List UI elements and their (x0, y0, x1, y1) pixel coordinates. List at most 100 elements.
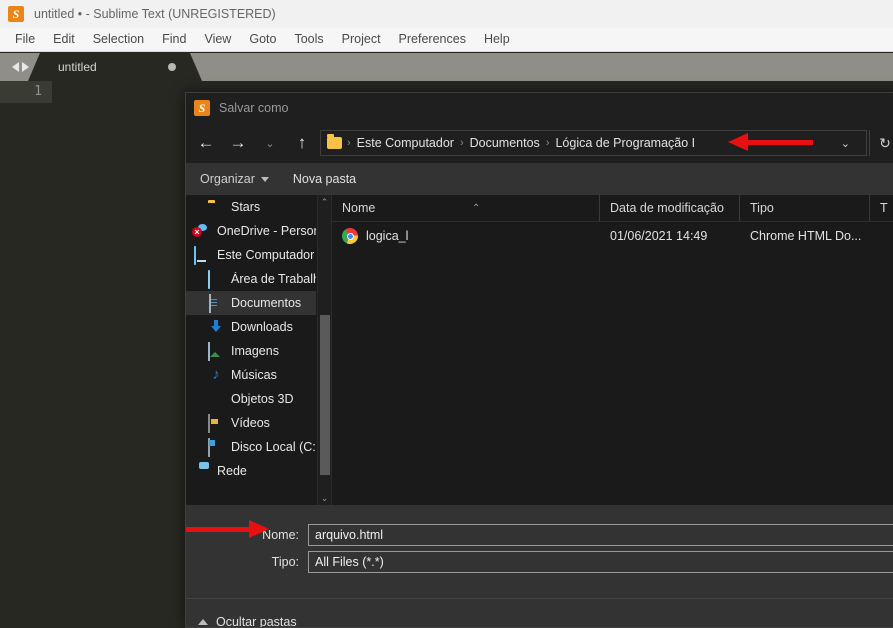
sidebar-item-este-computador[interactable]: Este Computador (186, 243, 316, 267)
menu-item-preferences[interactable]: Preferences (390, 28, 475, 51)
arrow-shaft (186, 527, 251, 532)
menu-item-project[interactable]: Project (333, 28, 390, 51)
folder-icon (327, 134, 342, 149)
objects3d-icon (208, 391, 224, 407)
sublime-titlebar: untitled • - Sublime Text (UNREGISTERED) (0, 0, 893, 28)
arrow-shaft (748, 140, 813, 145)
sidebar-item-disco-local-c[interactable]: Disco Local (C:) (186, 435, 316, 459)
type-field-label: Tipo: (271, 555, 299, 569)
sidebar-item-documentos[interactable]: Documentos (186, 291, 316, 315)
sidebar-item-objetos-3d[interactable]: Objetos 3D (186, 387, 316, 411)
menu-item-selection[interactable]: Selection (84, 28, 153, 51)
dialog-body: Stars OneDrive - Personal Este Computado… (186, 195, 893, 505)
chevron-down-icon[interactable]: ⌄ (318, 491, 331, 505)
menu-item-find[interactable]: Find (153, 28, 195, 51)
file-name-input[interactable]: arquivo.html (308, 524, 893, 546)
computer-icon (194, 246, 210, 265)
editor-tab-untitled[interactable]: untitled (28, 53, 202, 81)
column-header-nome[interactable]: Nome ⌃ (332, 195, 600, 221)
sidebar-item-stars[interactable]: Stars (186, 195, 316, 219)
network-icon (194, 463, 210, 479)
sidebar-scroll-area: Stars OneDrive - Personal Este Computado… (186, 195, 316, 505)
sublime-logo-icon (8, 6, 24, 22)
dialog-footer: Ocultar pastas (186, 598, 893, 628)
back-button[interactable]: ← (190, 127, 222, 159)
editor-tab-label: untitled (58, 60, 97, 74)
file-type-select[interactable]: All Files (*.*) (308, 551, 893, 573)
file-name-cell[interactable]: logica_l (332, 228, 600, 244)
up-button[interactable]: ↑ (286, 127, 318, 159)
chevron-down-icon[interactable]: ⌄ (831, 137, 860, 150)
column-header-tipo[interactable]: Tipo (740, 195, 870, 221)
breadcrumb-documentos[interactable]: Documentos (467, 136, 543, 150)
menu-item-help[interactable]: Help (475, 28, 519, 51)
arrow-right-icon (249, 520, 269, 538)
forward-button[interactable]: → (222, 127, 254, 159)
sidebar-item-downloads[interactable]: Downloads (186, 315, 316, 339)
sidebar-item-label: Documentos (231, 296, 302, 310)
editor-line-number: 1 (0, 81, 52, 103)
caret-up-icon[interactable] (198, 618, 208, 625)
videos-icon (208, 414, 224, 433)
column-header-data-de-modificacao[interactable]: Data de modificação (600, 195, 740, 221)
sidebar-item-imagens[interactable]: Imagens (186, 339, 316, 363)
dialog-titlebar: Salvar como (186, 93, 893, 123)
sidebar-item-label: Stars (231, 200, 261, 214)
breadcrumb-este-computador[interactable]: Este Computador (354, 136, 457, 150)
sidebar-item-label: Este Computador (217, 248, 315, 262)
navigation-sidebar: Stars OneDrive - Personal Este Computado… (186, 195, 331, 505)
sidebar-item-label: Objetos 3D (231, 392, 294, 406)
sidebar-scrollbar[interactable]: ⌃ ⌄ (317, 195, 331, 505)
screen-root: untitled • - Sublime Text (UNREGISTERED)… (0, 0, 893, 628)
file-list[interactable]: Nome ⌃ Data de modificação Tipo T logica… (331, 195, 893, 505)
unsaved-dot-icon (168, 63, 176, 71)
menu-item-tools[interactable]: Tools (285, 28, 332, 51)
documents-icon (208, 294, 224, 313)
sidebar-item-label: Disco Local (C:) (231, 440, 316, 454)
sidebar-item-videos[interactable]: Vídeos (186, 411, 316, 435)
hide-folders-button[interactable]: Ocultar pastas (216, 615, 297, 628)
save-as-dialog: Salvar como ← → ⌄ ↑ › Este Computador › … (185, 92, 893, 628)
organize-button[interactable]: Organizar (200, 172, 269, 186)
menu-item-goto[interactable]: Goto (240, 28, 285, 51)
sidebar-item-label: Músicas (231, 368, 277, 382)
sublime-window-title: untitled • - Sublime Text (UNREGISTERED) (34, 7, 276, 21)
organize-label: Organizar (200, 172, 255, 186)
pictures-icon (208, 342, 224, 361)
file-modified-cell: 01/06/2021 14:49 (610, 229, 708, 243)
sidebar-item-label: Vídeos (231, 416, 270, 430)
type-field-row: Tipo: All Files (*.*) (186, 550, 893, 574)
sidebar-item-label: Imagens (231, 344, 279, 358)
menu-item-edit[interactable]: Edit (44, 28, 84, 51)
column-header-tamanho[interactable]: T (870, 195, 893, 221)
file-type-cell: Chrome HTML Do... (750, 229, 862, 243)
breadcrumb-separator: › (545, 137, 550, 149)
new-folder-button[interactable]: Nova pasta (293, 172, 356, 186)
menu-item-view[interactable]: View (195, 28, 240, 51)
music-icon: ♪ (212, 366, 220, 383)
sidebar-item-area-de-trabalho[interactable]: Área de Trabalho (186, 267, 316, 291)
arrow-left-icon (728, 133, 748, 151)
recent-locations-button[interactable]: ⌄ (254, 127, 286, 159)
breadcrumb-separator: › (347, 137, 351, 149)
folder-icon (208, 199, 224, 215)
dialog-fields: Nome: arquivo.html Tipo: All Files (*.*)… (186, 505, 893, 628)
sidebar-item-label: OneDrive - Personal (217, 224, 316, 238)
scrollbar-thumb[interactable] (320, 315, 330, 475)
harddisk-icon (208, 438, 224, 457)
name-field-row: Nome: arquivo.html (186, 523, 893, 547)
table-row[interactable]: logica_l 01/06/2021 14:49 Chrome HTML Do… (332, 222, 893, 250)
menu-item-file[interactable]: File (6, 28, 44, 51)
sort-ascending-icon: ⌃ (472, 203, 481, 214)
sidebar-item-musicas[interactable]: ♪ Músicas (186, 363, 316, 387)
sidebar-item-onedrive[interactable]: OneDrive - Personal (186, 219, 316, 243)
chevron-up-icon[interactable]: ⌃ (318, 195, 331, 209)
arrow-left-icon[interactable] (11, 62, 19, 72)
breadcrumb-separator: › (459, 137, 464, 149)
breadcrumb-logica-de-programacao[interactable]: Lógica de Programação I (552, 136, 698, 150)
download-icon (208, 319, 224, 335)
file-name-label: logica_l (366, 229, 409, 243)
refresh-icon[interactable]: ↻ (869, 130, 893, 156)
sidebar-item-rede[interactable]: Rede (186, 459, 316, 483)
caret-down-icon (260, 176, 269, 182)
